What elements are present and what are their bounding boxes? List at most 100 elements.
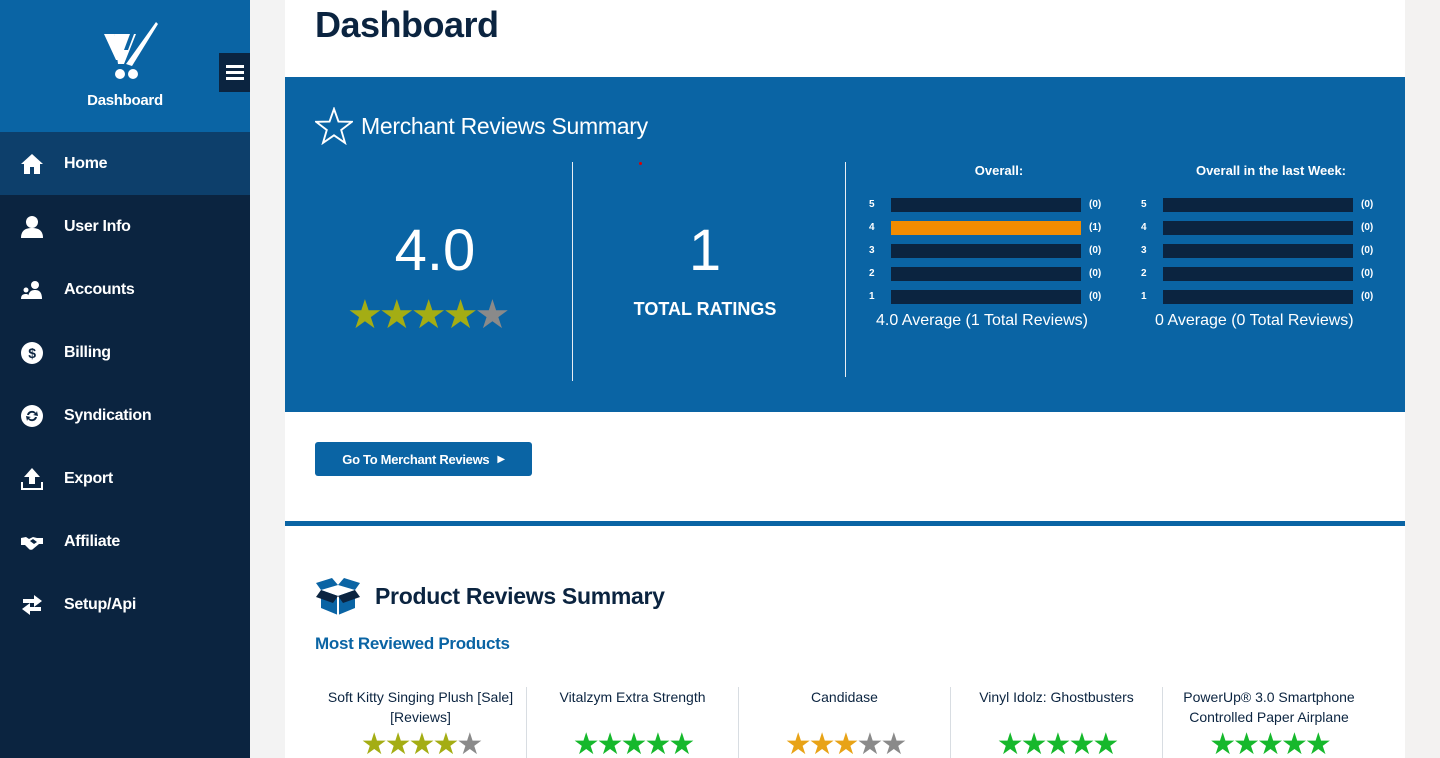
product-card: Candidase★★★★★1 Reviews — [739, 687, 951, 758]
right-gutter — [1405, 0, 1440, 758]
star-icon: ★ — [596, 728, 624, 758]
button-label: Go To Merchant Reviews — [342, 451, 490, 467]
menu-toggle-button[interactable] — [219, 53, 250, 92]
product-name-link[interactable]: PowerUp® 3.0 Smartphone Controlled Paper… — [1163, 687, 1375, 731]
star-icon: ★ — [384, 728, 412, 758]
rating-bar — [891, 243, 1081, 258]
main-content: Dashboard Merchant Reviews Summary 4.0 ★… — [285, 0, 1405, 758]
sidebar-item-label: Export — [64, 469, 113, 487]
star-icon: ★ — [410, 293, 447, 337]
product-stars: ★ ★ ★ ★ ★ — [739, 728, 950, 758]
histogram-row: 3 (0) — [1141, 239, 1421, 262]
sidebar-item-label: User Info — [64, 217, 131, 235]
sidebar-title: Dashboard — [87, 92, 163, 109]
sidebar-item-setup-api[interactable]: Setup/Api — [0, 573, 250, 636]
accounts-icon — [20, 278, 44, 302]
sidebar-item-home[interactable]: Home — [0, 132, 250, 195]
rating-bar — [891, 289, 1081, 304]
total-ratings-label: TOTAL RATINGS — [633, 299, 777, 319]
rating-level: 5 — [1141, 199, 1147, 210]
sidebar-nav: Home User Info Accounts $ Billing Syndic… — [0, 132, 250, 636]
sidebar-item-label: Home — [64, 154, 108, 172]
sidebar-item-label: Accounts — [64, 280, 135, 298]
sidebar-item-export[interactable]: Export — [0, 447, 250, 510]
rating-count: (0) — [1089, 199, 1102, 210]
dollar-icon: $ — [20, 341, 44, 365]
product-list: Soft Kitty Singing Plush [Sale] [Reviews… — [315, 687, 1375, 758]
product-card: Soft Kitty Singing Plush [Sale] [Reviews… — [315, 687, 527, 758]
rating-bar — [1163, 266, 1353, 281]
merchant-reviews-title: Merchant Reviews Summary — [361, 112, 648, 139]
star-icon: ★ — [572, 728, 600, 758]
product-reviews-header: Product Reviews Summary — [315, 576, 665, 616]
rating-level: 3 — [869, 245, 875, 256]
sidebar-header: Dashboard — [0, 0, 250, 132]
most-reviewed-heading: Most Reviewed Products — [315, 634, 510, 653]
average-score: 4.0 — [394, 218, 476, 283]
histogram-row: 2 (0) — [869, 262, 1149, 285]
histogram-row: 4 (0) — [1141, 216, 1421, 239]
product-stars: ★ ★ ★ ★ ★ — [951, 728, 1162, 758]
rating-count: (0) — [1361, 268, 1374, 279]
export-icon — [20, 467, 44, 491]
histogram-row: 4 (1) — [869, 216, 1149, 239]
star-icon: ★ — [832, 728, 860, 758]
rating-level: 1 — [869, 291, 875, 302]
histogram-title: Overall in the last Week: — [1195, 163, 1347, 178]
rating-level: 2 — [1141, 268, 1147, 279]
page-title: Dashboard — [315, 4, 499, 45]
handshake-icon — [20, 530, 44, 554]
sidebar-item-syndication[interactable]: Syndication — [0, 384, 250, 447]
total-ratings-count: 1 — [688, 218, 722, 283]
open-box-icon — [316, 578, 360, 615]
divider — [845, 162, 846, 377]
star-icon: ★ — [378, 293, 415, 337]
sidebar: Dashboard Home User Info Accounts $ Bill… — [0, 0, 250, 758]
rating-count: (0) — [1089, 245, 1102, 256]
histogram-row: 2 (0) — [1141, 262, 1421, 285]
week-histogram: Overall in the last Week: 5 (0) 4 (0) 3 (0) 2 (… — [1141, 163, 1421, 330]
star-icon: ★ — [784, 728, 812, 758]
rating-count: (0) — [1089, 291, 1102, 302]
star-icon: ★ — [1020, 728, 1048, 758]
star-icon: ★ — [1092, 728, 1119, 758]
star-icon: ★ — [408, 728, 436, 758]
sidebar-item-label: Billing — [64, 343, 111, 361]
product-name-link[interactable]: Soft Kitty Singing Plush [Sale] [Reviews… — [315, 687, 526, 731]
product-name-link[interactable]: Vinyl Idolz: Ghostbusters — [951, 687, 1162, 731]
star-icon: ★ — [360, 728, 388, 758]
rating-count: (0) — [1361, 222, 1374, 233]
star-icon: ★ — [432, 728, 459, 758]
star-icon: ★ — [808, 728, 836, 758]
sidebar-item-billing[interactable]: $ Billing — [0, 321, 250, 384]
merchant-reviews-panel: Merchant Reviews Summary 4.0 ★ ★ ★ ★ ★ 1 TOT… — [285, 77, 1405, 412]
rating-count: (0) — [1361, 291, 1374, 302]
product-name-link[interactable]: Candidase — [739, 687, 950, 731]
sidebar-item-user-info[interactable]: User Info — [0, 195, 250, 258]
rating-count: (1) — [1089, 222, 1102, 233]
hamburger-line — [225, 65, 244, 68]
sidebar-item-affiliate[interactable]: Affiliate — [0, 510, 250, 573]
star-icon: ★ — [620, 728, 648, 758]
logo-icon[interactable] — [100, 20, 164, 84]
svg-text:$: $ — [28, 345, 36, 361]
sidebar-item-label: Setup/Api — [64, 595, 136, 613]
sidebar-item-accounts[interactable]: Accounts — [0, 258, 250, 321]
product-name-link[interactable]: Vitalzym Extra Strength — [527, 687, 738, 731]
product-card: PowerUp® 3.0 Smartphone Controlled Paper… — [1163, 687, 1375, 758]
product-stars: ★ ★ ★ ★ ★ — [315, 728, 526, 758]
rating-count: (0) — [1361, 245, 1374, 256]
rating-bar — [1163, 220, 1353, 235]
hamburger-line — [225, 71, 244, 74]
histogram-row: 1 (0) — [1141, 285, 1421, 308]
section-divider — [285, 521, 1405, 526]
sidebar-item-label: Syndication — [64, 406, 152, 424]
sidebar-item-label: Affiliate — [64, 532, 120, 550]
histogram-row: 5 (0) — [1141, 193, 1421, 216]
rating-level: 1 — [1141, 291, 1147, 302]
go-to-merchant-reviews-button[interactable]: Go To Merchant Reviews ▶ — [315, 442, 532, 476]
star-icon: ★ — [456, 728, 483, 758]
rating-bar — [1163, 243, 1353, 258]
histogram-average: 4.0 Average (1 Total Reviews) — [876, 312, 1088, 329]
star-icon: ★ — [347, 293, 383, 337]
